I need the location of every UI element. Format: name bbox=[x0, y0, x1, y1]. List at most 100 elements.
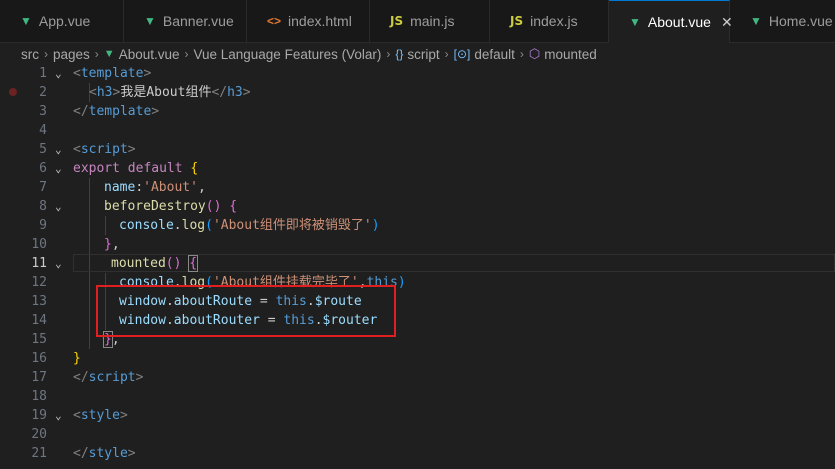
tab-about-vue[interactable]: ▼ About.vue ✕ bbox=[609, 0, 733, 43]
js-icon: JS bbox=[390, 14, 404, 28]
code-line: 10 }, bbox=[0, 235, 835, 254]
tab-index-html[interactable]: <> index.html bbox=[247, 0, 370, 42]
line-number: 8 bbox=[39, 199, 47, 214]
tab-home-vue[interactable]: ▼ Home.vue bbox=[730, 0, 835, 42]
line-number: 20 bbox=[31, 427, 47, 442]
tag-bracket: < bbox=[89, 85, 97, 100]
code-line: 1 ⌄ <template> bbox=[0, 64, 835, 83]
tag-bracket: > bbox=[242, 85, 251, 100]
breadcrumb-mounted[interactable]: mounted bbox=[544, 47, 597, 62]
brace: } bbox=[73, 351, 81, 366]
fold-chevron-icon[interactable]: ⌄ bbox=[55, 406, 62, 425]
code-line: 2 <h3>我是About组件</h3> bbox=[0, 83, 835, 102]
code-line: 19 ⌄ <style> bbox=[0, 406, 835, 425]
paren: ) bbox=[371, 218, 380, 233]
tab-label: Banner.vue bbox=[162, 13, 234, 29]
tag-name: style bbox=[80, 408, 120, 423]
tab-index-js[interactable]: JS index.js bbox=[490, 0, 609, 42]
vue-icon: ▼ bbox=[629, 15, 641, 29]
vue-icon: ▼ bbox=[103, 48, 115, 60]
code-line: 16 } bbox=[0, 349, 835, 368]
tab-main-js[interactable]: JS main.js bbox=[370, 0, 490, 42]
fold-chevron-icon[interactable]: ⌄ bbox=[55, 64, 62, 83]
line-number: 21 bbox=[31, 446, 47, 461]
tab-label: index.html bbox=[288, 13, 352, 29]
fold-chevron-icon[interactable]: ⌄ bbox=[55, 140, 62, 159]
tag-bracket: </ bbox=[73, 104, 89, 119]
tag-bracket: < bbox=[73, 66, 81, 81]
breadcrumb-script[interactable]: script bbox=[407, 47, 439, 62]
line-number: 6 bbox=[39, 161, 47, 176]
breadcrumb-pages[interactable]: pages bbox=[53, 47, 90, 62]
tab-label: index.js bbox=[530, 13, 578, 29]
tab-label: App.vue bbox=[38, 13, 91, 29]
js-icon: JS bbox=[510, 14, 524, 28]
code-line: 20 bbox=[0, 425, 835, 444]
breadcrumb-file[interactable]: About.vue bbox=[119, 47, 180, 62]
tag-name: template bbox=[80, 66, 144, 81]
paren: ( bbox=[205, 218, 213, 233]
tab-app-vue[interactable]: ▼ App.vue bbox=[0, 0, 124, 42]
tag-name: script bbox=[88, 370, 136, 385]
line-number: 13 bbox=[31, 294, 47, 309]
field-icon: [⊙] bbox=[453, 47, 471, 61]
fold-chevron-icon[interactable]: ⌄ bbox=[55, 197, 62, 216]
tag-bracket: </ bbox=[73, 370, 89, 385]
keyword: default bbox=[127, 161, 183, 176]
breadcrumb-default[interactable]: default bbox=[474, 47, 515, 62]
braces-icon: {} bbox=[395, 47, 404, 61]
vue-icon: ▼ bbox=[20, 14, 32, 28]
brace: { bbox=[229, 199, 238, 214]
code-line: 3 </template> bbox=[0, 102, 835, 121]
tag-bracket: < bbox=[73, 408, 81, 423]
brace: { bbox=[190, 161, 199, 176]
punctuation: . bbox=[173, 218, 182, 233]
brace: { bbox=[188, 255, 199, 272]
line-number: 16 bbox=[31, 351, 47, 366]
line-number: 18 bbox=[31, 389, 47, 404]
punctuation: , bbox=[197, 180, 206, 195]
line-number: 9 bbox=[39, 218, 47, 233]
tag-name: h3 bbox=[96, 85, 113, 100]
html-icon: <> bbox=[267, 14, 282, 28]
code-line: 4 bbox=[0, 121, 835, 140]
punctuation: , bbox=[111, 237, 120, 252]
line-number: 4 bbox=[39, 123, 47, 138]
editor-tab-bar: ▼ App.vue ▼ Banner.vue <> index.html JS … bbox=[0, 0, 835, 43]
function-name: log bbox=[181, 218, 206, 233]
line-number: 1 bbox=[39, 66, 47, 81]
chevron-right-icon: › bbox=[44, 47, 48, 61]
breadcrumb: src › pages › ▼ About.vue › Vue Language… bbox=[0, 43, 835, 65]
tab-banner-vue[interactable]: ▼ Banner.vue bbox=[124, 0, 247, 42]
method-cube-icon: ⬡ bbox=[528, 46, 541, 61]
punctuation: : bbox=[135, 180, 144, 195]
code-editor[interactable]: 1 ⌄ <template> 2 <h3>我是About组件</h3> 3 </… bbox=[0, 64, 835, 469]
tag-bracket: > bbox=[151, 104, 160, 119]
code-line: 7 name:'About', bbox=[0, 178, 835, 197]
line-number: 7 bbox=[39, 180, 47, 195]
code-line: 21 </style> bbox=[0, 444, 835, 463]
paren: () bbox=[165, 256, 182, 271]
code-line: 5 ⌄ <script> bbox=[0, 140, 835, 159]
breadcrumb-src[interactable]: src bbox=[21, 47, 39, 62]
chevron-right-icon: › bbox=[386, 47, 391, 61]
function-name: beforeDestroy bbox=[104, 199, 206, 214]
tag-bracket: > bbox=[119, 408, 128, 423]
fold-chevron-icon[interactable]: ⌄ bbox=[55, 159, 62, 178]
line-number: 10 bbox=[31, 237, 47, 252]
fold-chevron-icon[interactable]: ⌄ bbox=[55, 254, 62, 273]
breadcrumb-feature[interactable]: Vue Language Features (Volar) bbox=[193, 47, 381, 62]
paren: () bbox=[205, 199, 222, 214]
tag-name: script bbox=[80, 142, 128, 157]
line-number: 15 bbox=[31, 332, 47, 347]
tag-bracket: > bbox=[127, 142, 136, 157]
code-line: 6 ⌄ export default { bbox=[0, 159, 835, 178]
tag-bracket: </ bbox=[73, 446, 89, 461]
line-number: 3 bbox=[39, 104, 47, 119]
tab-label: main.js bbox=[410, 13, 455, 29]
tab-label: About.vue bbox=[647, 14, 711, 30]
chevron-right-icon: › bbox=[519, 47, 524, 61]
code-line: 9 console.log('About组件即将被销毁了') bbox=[0, 216, 835, 235]
tab-label: Home.vue bbox=[768, 13, 833, 29]
property: name bbox=[104, 180, 136, 195]
